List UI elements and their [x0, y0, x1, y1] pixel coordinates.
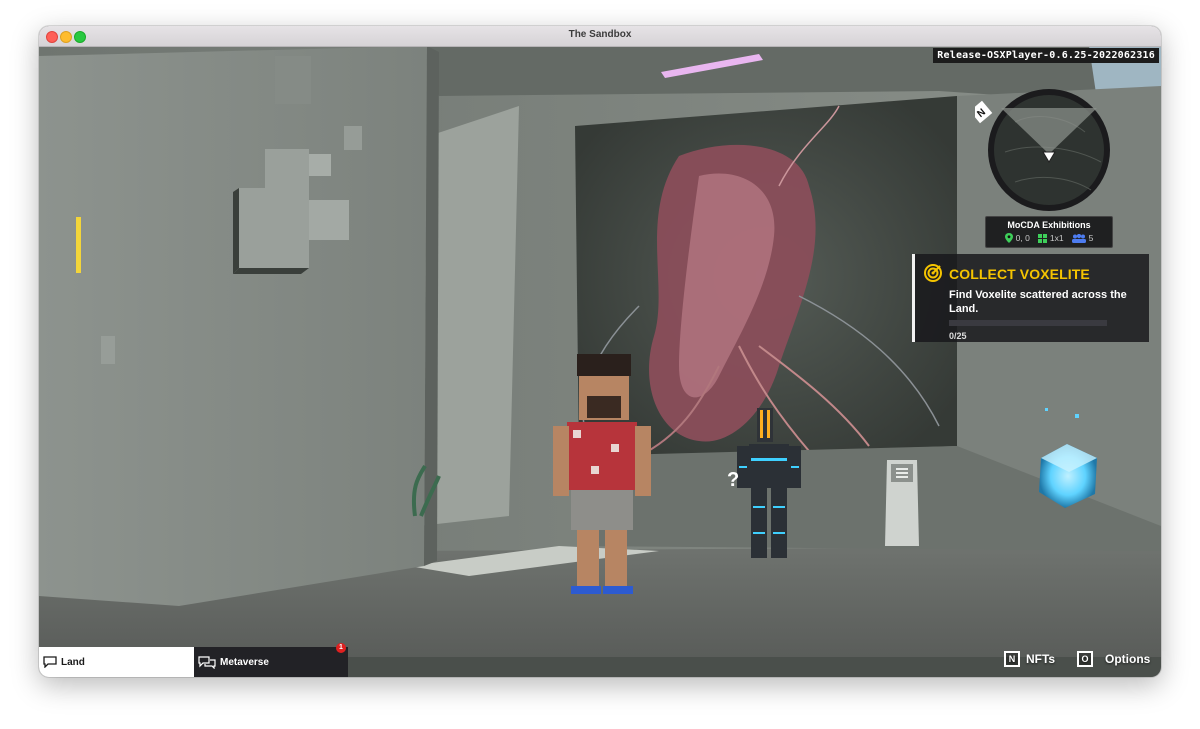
options-button[interactable]: O Options — [1077, 651, 1150, 667]
npc-question-marker: ? — [727, 469, 739, 491]
build-version: Release-OSXPlayer-0.6.25-2022062316 — [933, 48, 1159, 63]
chat-bubbles-icon — [198, 655, 216, 669]
land-size: 1x1 — [1049, 233, 1064, 243]
options-label: Options — [1105, 652, 1151, 666]
player-count: 5 — [1088, 233, 1094, 243]
wall-decal — [275, 56, 311, 104]
players-icon — [1071, 233, 1086, 243]
quest-progress-text: 0/25 — [949, 331, 967, 341]
quest-description: Find Voxelite scattered across the Land. — [949, 289, 1127, 315]
map-pin-icon — [1004, 233, 1013, 243]
wall-decal-small — [344, 126, 362, 150]
game-window: The Sandbox ? Release-OSXPlayer-0.6.25-2… — [39, 26, 1161, 677]
chat-tab-metaverse-label: Metaverse — [220, 656, 269, 668]
compass-north-icon: N — [969, 100, 993, 124]
title-bar: The Sandbox — [39, 26, 1161, 47]
chat-tab-land-label: Land — [61, 656, 85, 668]
quest-progress-bar — [949, 320, 1107, 326]
nfts-label: NFTs — [1026, 652, 1056, 666]
land-size-icon — [1037, 233, 1047, 243]
target-icon — [924, 264, 942, 282]
chat-tab-metaverse[interactable]: Metaverse 1 — [194, 643, 348, 677]
options-key-hint: O — [1077, 651, 1093, 667]
chat-bubble-icon — [43, 656, 57, 668]
unread-badge: 1 — [336, 643, 346, 653]
bottom-hud: Land Metaverse 1 N NFTs O Options — [39, 643, 1161, 677]
minimap-location-card: MoCDA Exhibitions 0, 0 1x1 5 — [985, 216, 1113, 248]
nfts-key-hint: N — [1004, 651, 1020, 667]
minimap-circle[interactable]: N — [969, 82, 1123, 216]
left-pillar — [39, 46, 427, 606]
location-name: MoCDA Exhibitions — [1007, 220, 1091, 230]
window-title: The Sandbox — [568, 29, 632, 40]
info-kiosk[interactable] — [885, 460, 919, 546]
minimap[interactable]: N MoCDA Exhibitions 0, 0 1x1 5 — [969, 82, 1123, 262]
chat-tab-land[interactable]: Land — [39, 647, 194, 677]
nfts-button[interactable]: N NFTs — [1004, 651, 1055, 667]
wall-decal-low — [101, 336, 115, 364]
alert-indicator — [76, 217, 81, 273]
land-coordinates: 0, 0 — [1015, 233, 1030, 243]
quest-title: COLLECT VOXELITE — [949, 266, 1090, 282]
quest-panel[interactable]: COLLECT VOXELITE Find Voxelite scattered… — [912, 254, 1149, 342]
